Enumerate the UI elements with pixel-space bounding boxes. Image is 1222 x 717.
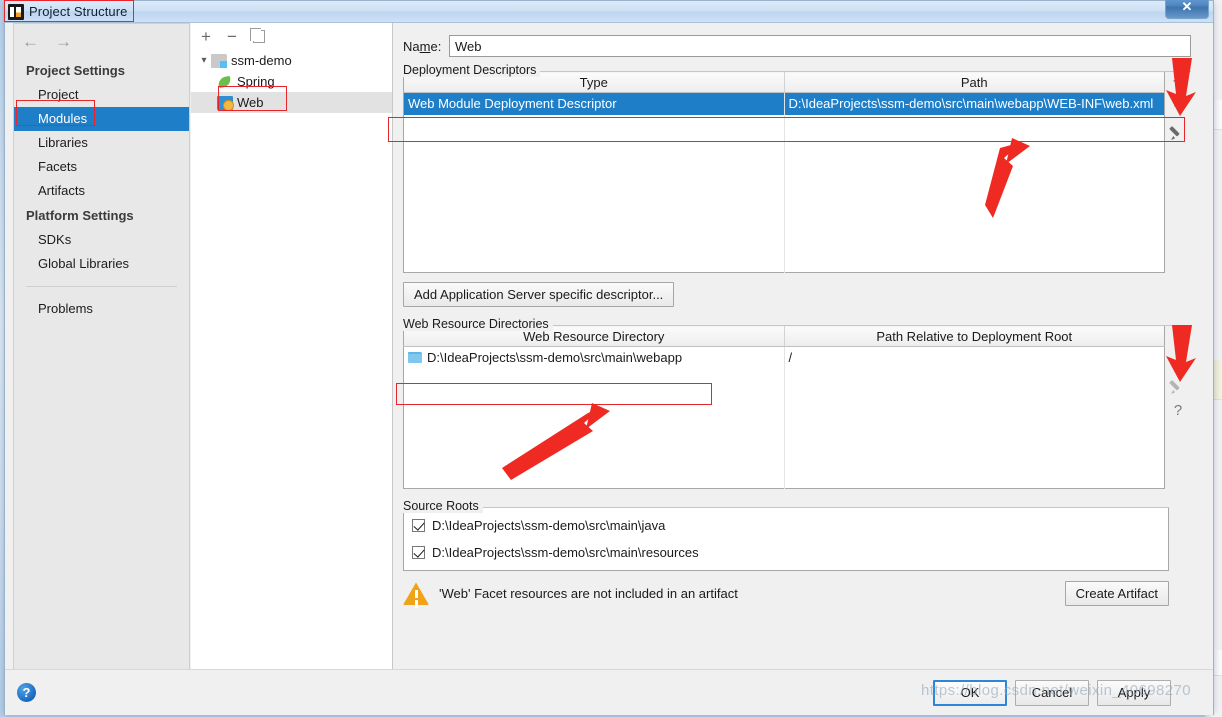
sidebar-item-libraries[interactable]: Libraries (14, 131, 189, 155)
tree-node-label: ssm-demo (231, 53, 292, 68)
modules-tree-toolbar: + − (191, 23, 392, 50)
table-empty-cell (784, 369, 1165, 489)
web-resource-side-buttons: + − ? (1165, 325, 1191, 489)
artifact-warning-bar: 'Web' Facet resources are not included i… (403, 581, 1169, 606)
table-row[interactable]: Web Module Deployment Descriptor D:\Idea… (404, 93, 1165, 115)
deployment-descriptors-group: Deployment Descriptors Type Path W (403, 71, 1191, 307)
folder-icon (408, 352, 422, 363)
web-facet-settings-pane: Name: Deployment Descriptors Type Path (395, 23, 1197, 691)
deployment-descriptors-title: Deployment Descriptors (403, 63, 540, 77)
ok-button[interactable]: OK (933, 680, 1007, 706)
module-folder-icon (211, 54, 227, 68)
warning-text: 'Web' Facet resources are not included i… (439, 586, 1055, 601)
sidebar-item-sdks[interactable]: SDKs (14, 228, 189, 252)
tree-node-web[interactable]: Web (191, 92, 392, 113)
sidebar-item-global-libraries[interactable]: Global Libraries (14, 252, 189, 276)
chevron-down-icon[interactable]: ▾ (197, 55, 211, 66)
cancel-button[interactable]: Cancel (1015, 680, 1089, 706)
name-label: Name: (403, 39, 449, 54)
deployment-descriptors-table-wrap: Type Path Web Module Deployment Descript… (403, 71, 1191, 273)
sidebar-divider (26, 286, 177, 287)
add-web-resource-button[interactable]: + (1173, 327, 1184, 343)
add-module-button[interactable]: + (201, 28, 211, 45)
source-root-path: D:\IdeaProjects\ssm-demo\src\main\resour… (432, 545, 699, 560)
pencil-icon[interactable] (1171, 379, 1185, 393)
help-web-resource-button[interactable]: ? (1174, 403, 1182, 419)
table-empty-cell (784, 115, 1165, 273)
sidebar-item-facets[interactable]: Facets (14, 155, 189, 179)
add-descriptor-button[interactable]: + (1173, 73, 1184, 89)
source-root-checkbox[interactable] (412, 519, 425, 532)
group-divider (403, 507, 1169, 508)
source-roots-list: D:\IdeaProjects\ssm-demo\src\main\java D… (403, 507, 1169, 571)
add-application-server-descriptor-button[interactable]: Add Application Server specific descript… (403, 282, 674, 307)
warning-triangle-icon (403, 582, 429, 605)
descriptor-path-cell: D:\IdeaProjects\ssm-demo\src\main\webapp… (784, 93, 1165, 115)
web-resource-directories-table-wrap: Web Resource Directory Path Relative to … (403, 325, 1191, 489)
sidebar-item-problems[interactable]: Problems (14, 297, 189, 321)
tree-node-label: Web (237, 95, 264, 110)
remove-module-button[interactable]: − (227, 28, 237, 45)
column-header-path[interactable]: Path (784, 72, 1165, 93)
name-row: Name: (395, 23, 1197, 57)
table-row[interactable]: D:\IdeaProjects\ssm-demo\src\main\webapp… (404, 347, 1165, 369)
web-resource-directory-text: D:\IdeaProjects\ssm-demo\src\main\webapp (427, 350, 682, 365)
sidebar-item-project[interactable]: Project (14, 83, 189, 107)
tree-node-ssm-demo[interactable]: ▾ ssm-demo (191, 50, 392, 71)
settings-sidebar: ← → Project Settings Project Modules Lib… (13, 23, 190, 691)
spring-leaf-icon (217, 75, 233, 89)
project-structure-dialog: Project Structure ✕ ← → Project Settings… (4, 0, 1214, 715)
relative-path-cell: / (784, 347, 1165, 369)
remove-descriptor-button[interactable]: − (1174, 99, 1183, 115)
table-empty-cell (404, 115, 785, 273)
arrow-right-icon[interactable]: → (55, 33, 72, 50)
dialog-footer: ? OK Cancel Apply https://blog.csdn.net/… (5, 669, 1213, 715)
window-title: Project Structure (29, 4, 128, 19)
tree-node-spring[interactable]: Spring (191, 71, 392, 92)
descriptor-type-cell: Web Module Deployment Descriptor (404, 93, 785, 115)
dialog-buttons: OK Cancel Apply (933, 680, 1171, 706)
pencil-icon[interactable] (1171, 125, 1185, 139)
sidebar-item-artifacts[interactable]: Artifacts (14, 179, 189, 203)
web-resource-directory-cell: D:\IdeaProjects\ssm-demo\src\main\webapp (404, 347, 785, 369)
list-item[interactable]: D:\IdeaProjects\ssm-demo\src\main\java (404, 512, 1168, 539)
apply-button[interactable]: Apply (1097, 680, 1171, 706)
source-root-checkbox[interactable] (412, 546, 425, 559)
intellij-idea-icon (8, 4, 24, 20)
source-roots-title: Source Roots (403, 499, 483, 513)
copy-icon[interactable] (253, 30, 265, 43)
name-label-mnemonic: m (420, 39, 431, 54)
web-resource-directories-table: Web Resource Directory Path Relative to … (403, 325, 1165, 489)
source-root-path: D:\IdeaProjects\ssm-demo\src\main\java (432, 518, 665, 533)
title-bar: Project Structure ✕ (5, 1, 1213, 23)
web-facet-icon (217, 96, 233, 110)
dialog-body: ← → Project Settings Project Modules Lib… (5, 23, 1213, 715)
source-roots-group: Source Roots D:\IdeaProjects\ssm-demo\sr… (403, 507, 1169, 571)
web-resource-directories-group: Web Resource Directories Web Resource Di… (403, 325, 1191, 489)
remove-web-resource-button[interactable]: − (1174, 353, 1183, 369)
create-artifact-button[interactable]: Create Artifact (1065, 581, 1169, 606)
list-item[interactable]: D:\IdeaProjects\ssm-demo\src\main\resour… (404, 539, 1168, 566)
deployment-descriptors-table: Type Path Web Module Deployment Descript… (403, 71, 1165, 273)
sidebar-group-project-settings: Project Settings (14, 58, 189, 83)
help-icon[interactable]: ? (17, 683, 36, 702)
sidebar-item-modules[interactable]: Modules (14, 107, 189, 131)
tree-node-label: Spring (237, 74, 275, 89)
deployment-descriptors-side-buttons: + − (1165, 71, 1191, 273)
sidebar-group-platform-settings: Platform Settings (14, 203, 189, 228)
table-empty-cell (404, 369, 785, 489)
web-resource-directories-title: Web Resource Directories (403, 317, 553, 331)
name-input[interactable] (449, 35, 1191, 57)
arrow-left-icon[interactable]: ← (22, 33, 39, 50)
close-icon[interactable]: ✕ (1165, 0, 1209, 19)
column-header-path-relative[interactable]: Path Relative to Deployment Root (784, 326, 1165, 347)
modules-tree-panel: + − ▾ ssm-demo Spring Web (191, 23, 393, 691)
sidebar-nav: ← → (14, 24, 189, 58)
